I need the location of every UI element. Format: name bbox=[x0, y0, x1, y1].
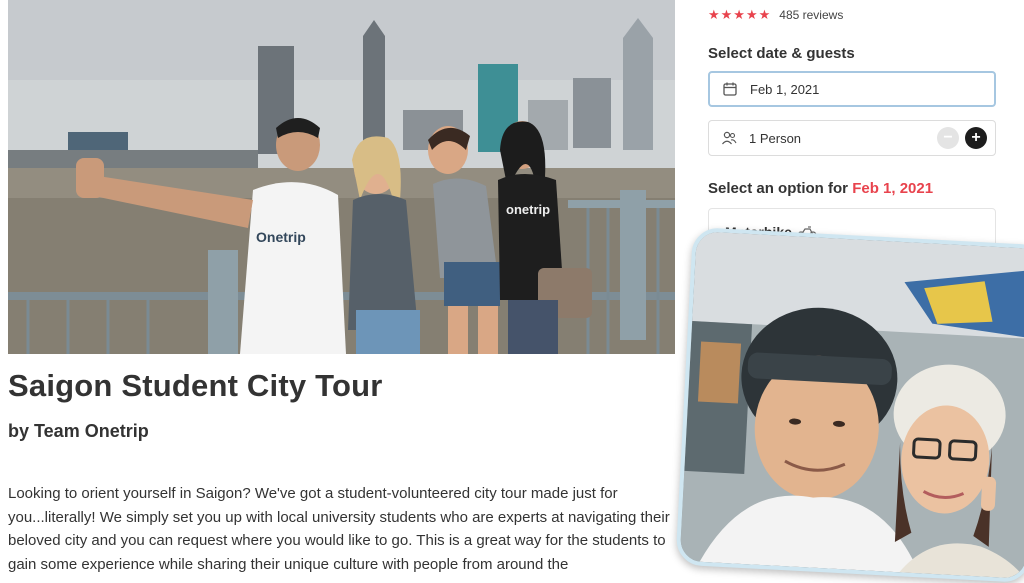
people-icon bbox=[721, 130, 737, 146]
increase-guests-button[interactable]: + bbox=[965, 127, 987, 149]
guests-field[interactable]: 1 Person − + bbox=[708, 120, 996, 156]
select-option-date: Feb 1, 2021 bbox=[852, 180, 934, 197]
tour-hero-illustration: Onetrip onetrip bbox=[8, 0, 675, 354]
selfie-illustration bbox=[679, 231, 1024, 579]
calendar-icon bbox=[722, 81, 738, 97]
date-value: Feb 1, 2021 bbox=[750, 81, 820, 97]
rating-summary: ★★★★★ 485 reviews bbox=[708, 7, 843, 23]
guest-stepper: − + bbox=[937, 127, 987, 149]
tour-hero-image: Onetrip onetrip bbox=[8, 0, 675, 354]
selfie-photo bbox=[675, 226, 1024, 583]
hero-shirt-text-1: Onetrip bbox=[256, 229, 306, 245]
tour-description: Looking to orient yourself in Saigon? We… bbox=[8, 485, 670, 573]
guests-value: 1 Person bbox=[749, 130, 802, 146]
review-count[interactable]: 485 reviews bbox=[779, 8, 843, 22]
tour-byline: by Team Onetrip bbox=[8, 421, 149, 441]
select-date-guests-label: Select date & guests bbox=[708, 45, 855, 62]
decrease-guests-button[interactable]: − bbox=[937, 127, 959, 149]
select-option-label: Select an option for Feb 1, 2021 bbox=[708, 180, 933, 197]
date-picker-field[interactable]: Feb 1, 2021 bbox=[708, 71, 996, 107]
hero-shirt-text-2: onetrip bbox=[506, 202, 550, 217]
select-option-prefix: Select an option for bbox=[708, 180, 853, 197]
star-rating-icon: ★★★★★ bbox=[708, 7, 772, 22]
tour-title: Saigon Student City Tour bbox=[8, 368, 383, 403]
